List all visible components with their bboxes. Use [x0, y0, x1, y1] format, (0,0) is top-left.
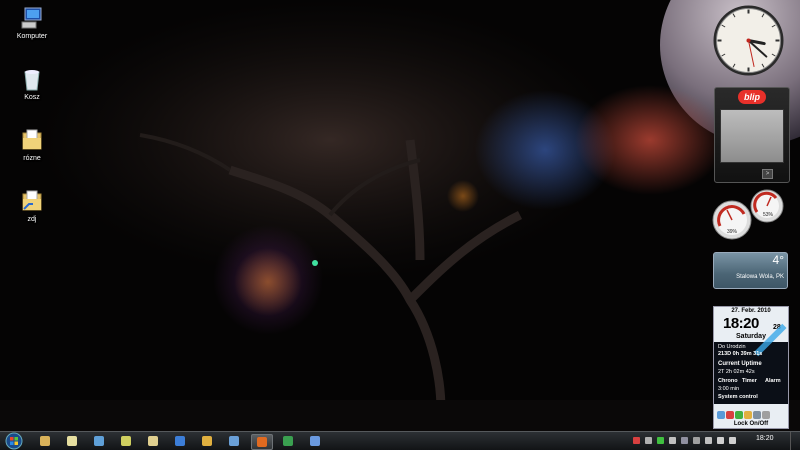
- network-icon: [175, 436, 185, 446]
- cpu-value: 39%: [727, 229, 738, 235]
- media-icon: [202, 436, 212, 446]
- taskbar-button-documents[interactable]: [143, 434, 163, 448]
- panel-date: 27. Febr. 2010: [731, 308, 771, 314]
- panel-info-area: Do Urodzin 213D 0h 39m 31s Current Uptim…: [714, 323, 788, 404]
- uptime-label: Current Uptime: [718, 361, 762, 367]
- tray-app-icon[interactable]: [633, 437, 640, 444]
- show-desktop-button[interactable]: [790, 432, 800, 450]
- desktop-wallpaper: [0, 0, 800, 431]
- taskbar-button-notepad[interactable]: [62, 434, 82, 448]
- tool-icon: [121, 436, 131, 446]
- desktop-icon-label: rózne: [23, 155, 41, 162]
- monitor-icon: [310, 436, 320, 446]
- taskbar-button-browser[interactable]: [224, 434, 244, 448]
- weather-location: Stalowa Wola, PK: [736, 274, 784, 280]
- recycle-bin-icon: [19, 66, 45, 92]
- start-button[interactable]: [4, 432, 24, 450]
- tray-app-icon[interactable]: [693, 437, 700, 444]
- taskbar-button-image-viewer[interactable]: [89, 434, 109, 448]
- taskbar-button-explorer[interactable]: [35, 434, 55, 448]
- lock-toggle[interactable]: Lock On/Off: [714, 421, 788, 427]
- taskbar-button-media[interactable]: [197, 434, 217, 448]
- cpu-meter-gadget[interactable]: 39% 53%: [712, 188, 786, 242]
- desktop-icon-rozne[interactable]: rózne: [0, 127, 64, 162]
- logoff-icon[interactable]: [762, 411, 770, 419]
- system-panel-gadget[interactable]: 27. Febr. 2010 18:20 28 Saturday Do Urod…: [713, 306, 789, 429]
- notepad-icon: [67, 436, 77, 446]
- folder-icon: [19, 188, 45, 214]
- desktop-icon-computer[interactable]: Komputer: [0, 5, 64, 40]
- timer-value: 3:00 min: [718, 386, 740, 392]
- desktop-icon-label: Komputer: [16, 33, 48, 40]
- blip-display: [720, 109, 784, 163]
- weather-gadget[interactable]: 4° Stalowa Wola, PK: [713, 252, 788, 289]
- taskbar-button-spreadsheet[interactable]: [278, 434, 298, 448]
- tray-app-icon[interactable]: [657, 437, 664, 444]
- blip-logo: blip: [738, 90, 766, 104]
- timer-button[interactable]: Timer: [742, 378, 757, 384]
- alarm-button[interactable]: Alarm: [765, 378, 781, 384]
- desktop-icon-label: zdj: [27, 216, 37, 223]
- tray-app-icon[interactable]: [705, 437, 712, 444]
- documents-icon: [148, 436, 158, 446]
- birthday-label: Do Urodzin: [718, 344, 746, 350]
- desktop-icon-zdj[interactable]: zdj: [0, 188, 64, 223]
- image-viewer-icon: [94, 436, 104, 446]
- spreadsheet-icon: [283, 436, 293, 446]
- lock-icon[interactable]: [753, 411, 761, 419]
- browser-icon: [229, 436, 239, 446]
- tray-app-icon[interactable]: [681, 437, 688, 444]
- computer-icon: [19, 5, 45, 31]
- system-control-buttons: [717, 406, 785, 419]
- taskbar-button-monitor[interactable]: [305, 434, 325, 448]
- weather-temperature: 4°: [772, 253, 784, 267]
- desktop-icon-recycle-bin[interactable]: Kosz: [0, 66, 64, 101]
- taskbar: 18:20: [0, 431, 800, 450]
- taskbar-button-firefox[interactable]: [251, 434, 273, 450]
- clock-gadget[interactable]: [712, 4, 785, 77]
- desktop-icon-label: Kosz: [24, 94, 40, 101]
- system-control-label: System control: [718, 394, 758, 400]
- panel-time: 18:20: [723, 315, 759, 332]
- birthday-countdown: 213D 0h 39m 31s: [718, 351, 763, 357]
- folder-icon: [19, 127, 45, 153]
- taskbar-button-network[interactable]: [170, 434, 190, 448]
- network-icon[interactable]: [729, 437, 736, 444]
- taskbar-clock[interactable]: 18:20: [756, 435, 774, 442]
- blip-gadget[interactable]: blip >: [714, 87, 790, 183]
- tray-app-icon[interactable]: [669, 437, 676, 444]
- taskbar-button-tool[interactable]: [116, 434, 136, 448]
- chrono-button[interactable]: Chrono: [718, 378, 738, 384]
- ram-value: 53%: [763, 212, 774, 218]
- uptime-value: 2T 2h 02m 42s: [718, 369, 755, 375]
- firefox-icon: [257, 437, 267, 447]
- sleep-icon[interactable]: [735, 411, 743, 419]
- explorer-icon: [40, 436, 50, 446]
- blip-next-button[interactable]: >: [762, 169, 773, 179]
- volume-icon[interactable]: [717, 437, 724, 444]
- tray-app-icon[interactable]: [645, 437, 652, 444]
- restart-icon[interactable]: [726, 411, 734, 419]
- hibernate-icon[interactable]: [744, 411, 752, 419]
- power-icon[interactable]: [717, 411, 725, 419]
